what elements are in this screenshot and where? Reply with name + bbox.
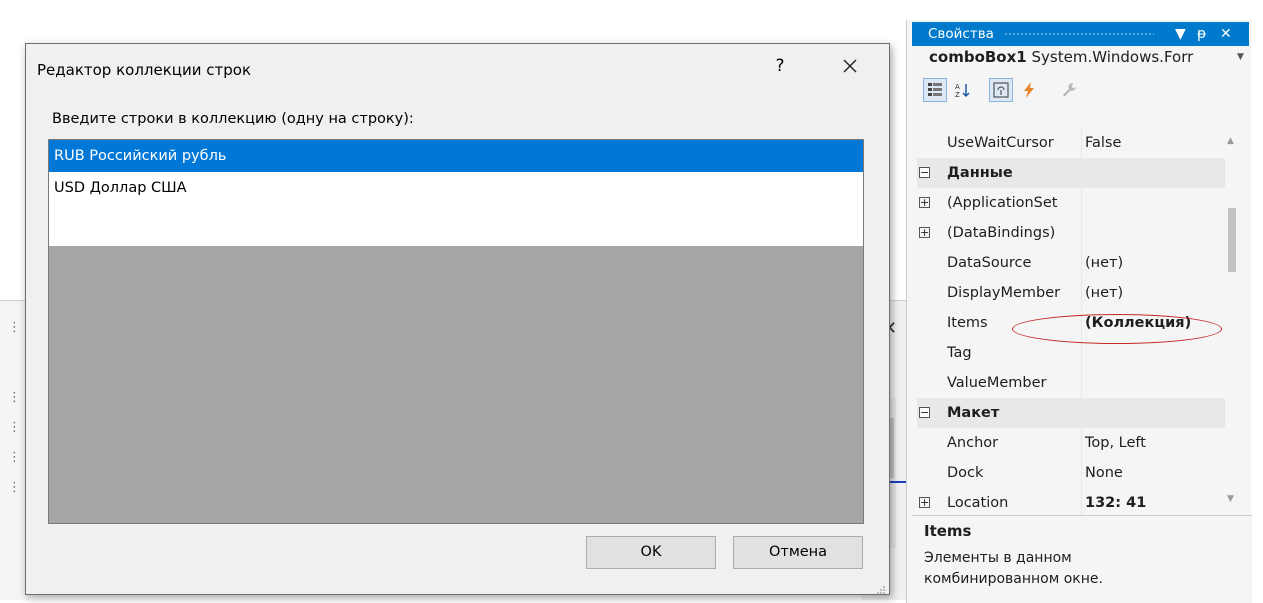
drag-handle-icon: ⋮ — [8, 480, 21, 495]
close-button[interactable] — [836, 52, 864, 80]
category-row[interactable]: − Макет — [917, 398, 1225, 428]
property-description-pane: Items Элементы в данном комбинированном … — [912, 515, 1252, 603]
properties-title-bar: Свойства ▼ ᵽ ✕ — [912, 22, 1249, 46]
ok-button[interactable]: OK — [586, 536, 716, 569]
categorized-icon — [928, 83, 942, 96]
object-name: comboBox1 — [929, 48, 1027, 66]
properties-icon — [993, 82, 1009, 98]
expand-icon[interactable]: + — [919, 497, 930, 508]
drag-handle-icon: ⋮ — [8, 450, 21, 465]
description-title: Items — [924, 522, 972, 540]
category-row[interactable]: − Данные — [917, 158, 1225, 188]
object-selector[interactable]: comboBox1 System.Windows.Forr — [929, 48, 1193, 66]
property-row[interactable]: + Location 132: 41 — [917, 488, 1225, 518]
property-name: ValueMember — [947, 375, 1047, 391]
property-row[interactable]: Tag — [917, 338, 1225, 368]
scroll-down-icon[interactable]: ▼ — [1227, 494, 1234, 504]
categorized-view-button[interactable] — [923, 78, 947, 102]
scrollbar-thumb[interactable] — [1228, 208, 1236, 272]
close-icon — [843, 59, 857, 73]
help-button[interactable]: ? — [768, 54, 792, 78]
property-row[interactable]: Anchor Top, Left — [917, 428, 1225, 458]
column-separator — [1081, 188, 1082, 218]
property-value[interactable]: (нет) — [1083, 278, 1225, 308]
text-line-selected[interactable]: RUB Российский рубль — [49, 140, 863, 172]
text-line[interactable]: USD Доллар США — [49, 172, 863, 204]
title-bar-grip — [1004, 32, 1154, 37]
description-text: Элементы в данном комбинированном окне. — [924, 550, 1103, 587]
lightning-icon — [1024, 82, 1034, 98]
properties-title: Свойства — [928, 26, 994, 42]
property-row[interactable]: DisplayMember (нет) — [917, 278, 1225, 308]
collapse-icon[interactable]: − — [919, 167, 930, 178]
cancel-button[interactable]: Отмена — [733, 536, 863, 569]
dialog-title: Редактор коллекции строк — [37, 61, 252, 79]
property-value[interactable]: None — [1083, 458, 1225, 488]
property-name: (DataBindings) — [947, 225, 1056, 241]
category-name: Макет — [947, 405, 1000, 421]
drag-handle-icon: ⋮ — [8, 420, 21, 435]
resize-grip-icon[interactable] — [876, 581, 886, 594]
expand-icon[interactable]: + — [919, 227, 930, 238]
column-separator — [1081, 308, 1082, 338]
events-view-button[interactable] — [1017, 78, 1041, 102]
column-separator — [1081, 428, 1082, 458]
property-row[interactable]: + (DataBindings) — [917, 218, 1225, 248]
column-separator — [1081, 218, 1082, 248]
property-name: DisplayMember — [947, 285, 1061, 301]
property-name: (ApplicationSet — [947, 195, 1058, 211]
string-collection-editor-dialog: Редактор коллекции строк ? Введите строк… — [25, 43, 890, 595]
chevron-down-icon[interactable]: ▼ — [1237, 52, 1244, 62]
sort-alphabetical-icon: A Z — [955, 83, 970, 99]
property-value[interactable]: False — [1083, 128, 1225, 158]
close-icon[interactable]: ✕ — [1220, 22, 1232, 46]
column-separator — [1081, 128, 1082, 158]
column-separator — [1081, 458, 1082, 488]
strings-textarea[interactable]: RUB Российский рубль USD Доллар США — [48, 139, 864, 524]
object-type: System.Windows.Forr — [1031, 48, 1194, 66]
column-separator — [1081, 278, 1082, 308]
expand-icon[interactable]: + — [919, 197, 930, 208]
property-name: Location — [947, 495, 1009, 511]
column-separator — [1081, 338, 1082, 368]
category-name: Данные — [947, 165, 1013, 181]
scroll-up-icon[interactable]: ▲ — [1227, 136, 1234, 146]
property-value[interactable]: Top, Left — [1083, 428, 1225, 458]
column-separator — [1081, 368, 1082, 398]
svg-text:Z: Z — [955, 91, 960, 99]
property-name: Items — [947, 315, 988, 331]
pin-icon[interactable]: ᵽ — [1197, 22, 1206, 46]
drag-handle-icon: ⋮ — [8, 320, 21, 335]
property-value[interactable]: (Коллекция) — [1083, 308, 1225, 338]
svg-text:A: A — [955, 83, 960, 91]
property-name: Dock — [947, 465, 984, 481]
dialog-prompt: Введите строки в коллекцию (одну на стро… — [52, 111, 414, 127]
properties-scrollbar[interactable]: ▲ ▼ — [1225, 128, 1239, 518]
property-row[interactable]: UseWaitCursor False — [917, 128, 1225, 158]
property-row[interactable]: DataSource (нет) — [917, 248, 1225, 278]
column-separator — [1081, 248, 1082, 278]
drag-handle-icon: ⋮ — [8, 390, 21, 405]
properties-panel: Свойства ▼ ᵽ ✕ comboBox1 System.Windows.… — [906, 20, 1252, 603]
property-value[interactable]: 132: 41 — [1083, 488, 1225, 518]
property-value[interactable]: (нет) — [1083, 248, 1225, 278]
property-name: DataSource — [947, 255, 1032, 271]
collapse-icon[interactable]: − — [919, 407, 930, 418]
property-name: Anchor — [947, 435, 999, 451]
property-row[interactable]: Dock None — [917, 458, 1225, 488]
wrench-icon — [1063, 83, 1076, 97]
property-row[interactable]: + (ApplicationSet — [917, 188, 1225, 218]
dropdown-icon[interactable]: ▼ — [1175, 22, 1186, 46]
property-name: UseWaitCursor — [947, 135, 1054, 151]
property-row-items[interactable]: Items (Коллекция) — [917, 308, 1225, 338]
property-pages-button[interactable] — [1057, 78, 1081, 102]
column-separator — [1081, 488, 1082, 518]
property-name: Tag — [947, 345, 972, 361]
alphabetical-view-button[interactable]: A Z — [951, 78, 975, 102]
properties-view-button[interactable] — [989, 78, 1013, 102]
property-row[interactable]: ValueMember — [917, 368, 1225, 398]
